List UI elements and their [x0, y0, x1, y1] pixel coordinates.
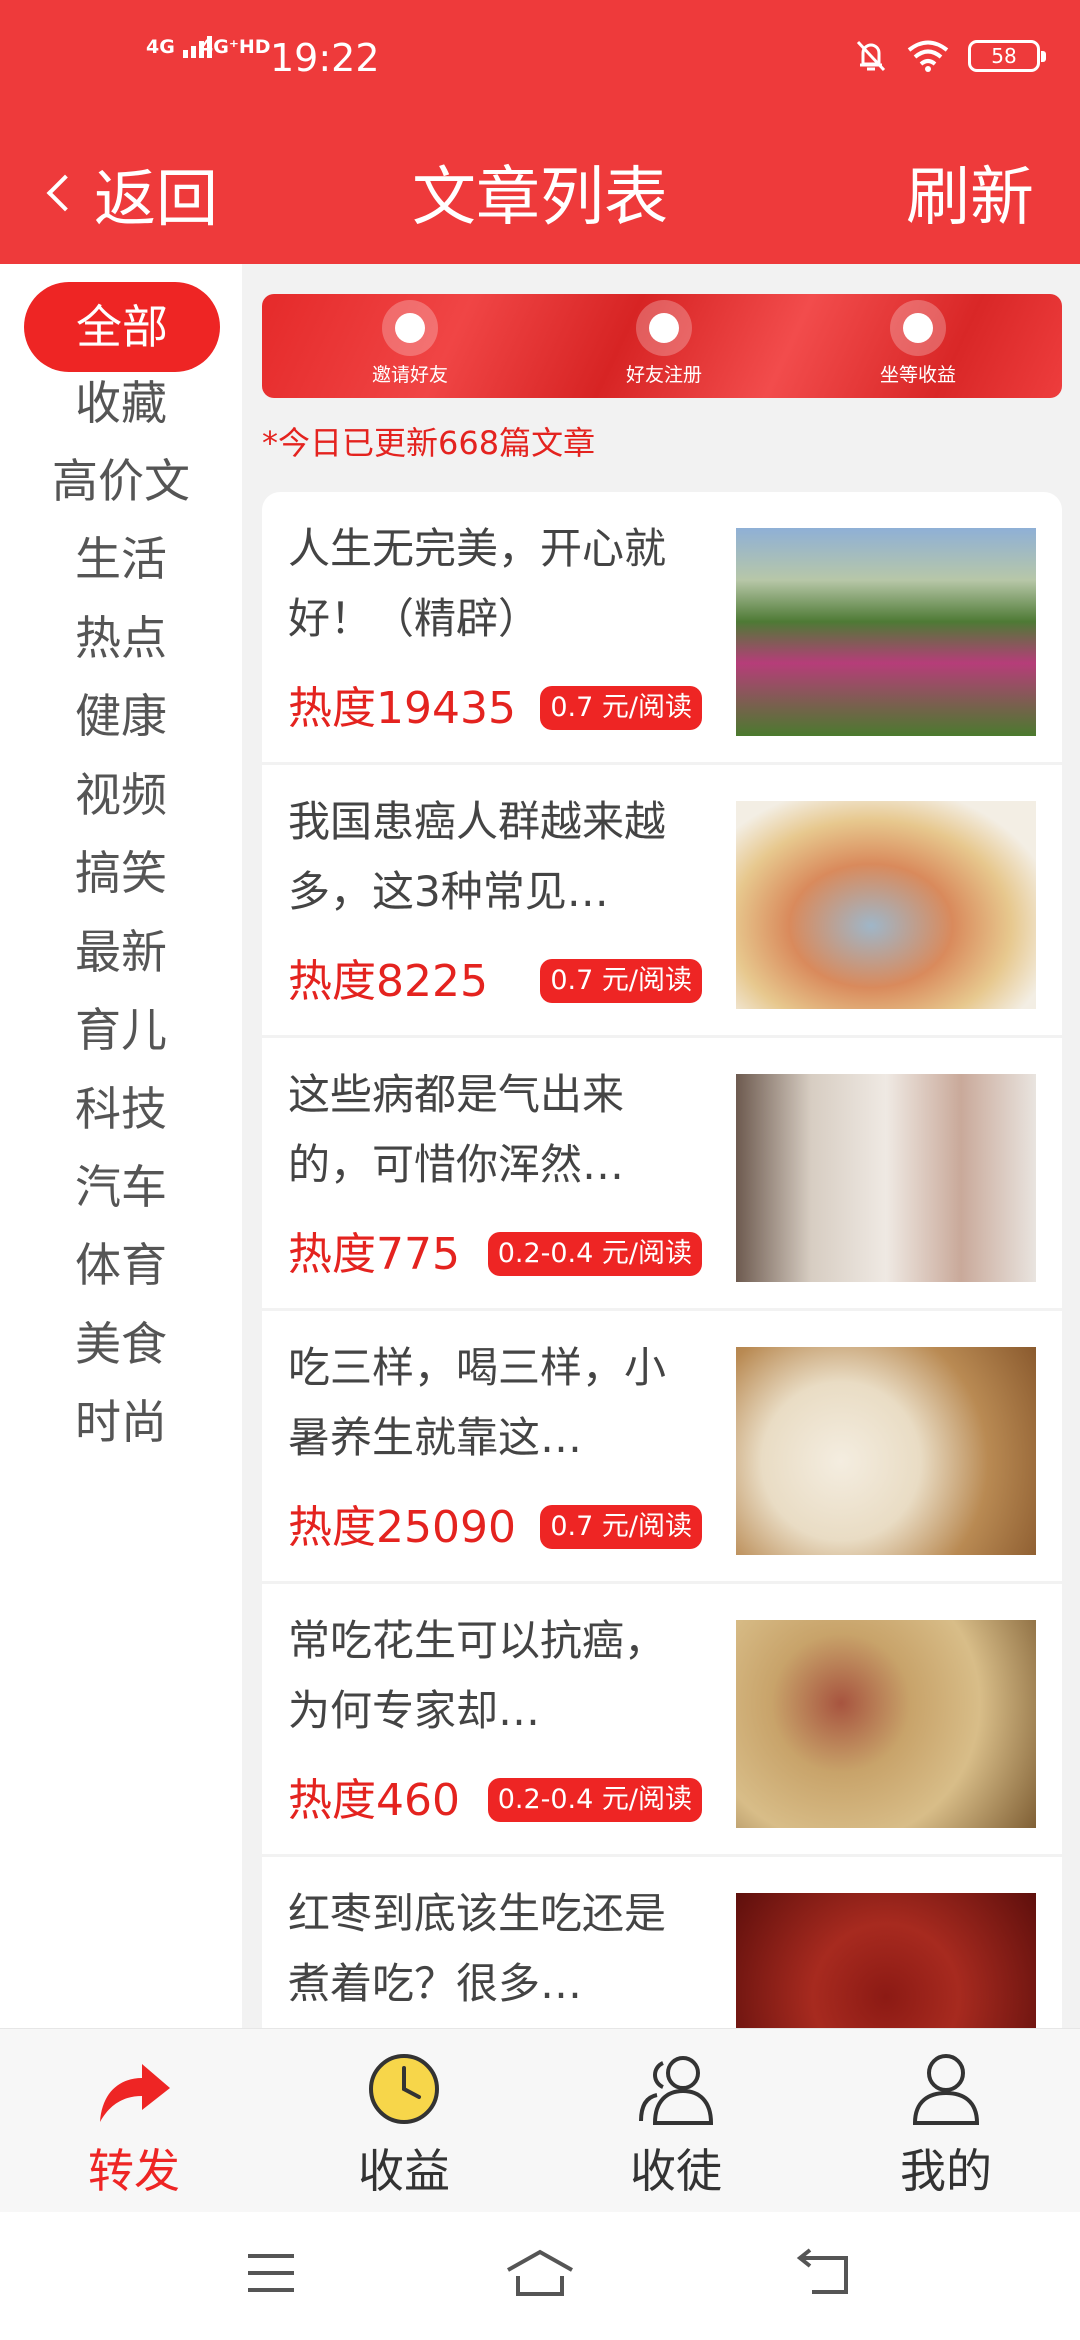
article-card[interactable]: 吃三样，喝三样，小暑养生就靠这… 热度25090 0.7 元/阅读 [262, 1311, 1062, 1581]
banner-item-earnings[interactable]: 坐等收益 [858, 300, 978, 387]
tab-recruit[interactable]: 收徒 [576, 2049, 776, 2201]
category-item[interactable]: 视频 [0, 750, 242, 840]
promo-banner[interactable]: 邀请好友 好友注册 坐等收益 [262, 294, 1062, 398]
category-item[interactable]: 汽车 [0, 1142, 242, 1232]
clock-icon [369, 2054, 439, 2124]
category-item[interactable]: 科技 [0, 1064, 242, 1154]
system-nav-bar [0, 2212, 1080, 2340]
network-type-1: 4G [146, 36, 175, 58]
article-hot: 热度19435 [288, 683, 516, 734]
share-arrow-icon [100, 2064, 170, 2122]
wifi-icon [907, 40, 949, 72]
menu-icon[interactable] [244, 2248, 298, 2298]
user-icon [912, 2054, 980, 2125]
nav-bar: 返回 文章列表 刷新 [0, 130, 1080, 240]
article-thumbnail [736, 528, 1036, 736]
article-title: 人生无完美，开心就好！（精辟） [288, 524, 667, 643]
signal-2: 4G⁺HD [200, 36, 271, 58]
top-bar: 4G 4G⁺HD 19:22 58 返回 文章列表 刷新 [0, 0, 1080, 264]
banner-item-label: 邀请好友 [371, 364, 448, 386]
category-item[interactable]: 健康 [0, 671, 242, 761]
tab-label: 我的 [900, 2144, 992, 2198]
article-thumbnail [736, 1074, 1036, 1282]
back-nav-icon[interactable] [796, 2248, 854, 2298]
category-item[interactable]: 收藏 [0, 358, 242, 448]
banner-item-register[interactable]: 好友注册 [604, 300, 724, 387]
category-item[interactable]: 美食 [0, 1299, 242, 1389]
category-item[interactable]: 搞笑 [0, 828, 242, 918]
network-type-2: 4G⁺HD [200, 36, 271, 58]
banner-item-label: 坐等收益 [879, 364, 956, 386]
tab-label: 收益 [358, 2144, 450, 2198]
article-title: 我国患癌人群越来越多，这3种常见… [288, 797, 667, 916]
article-price-badge: 0.2-0.4 元/阅读 [487, 1232, 702, 1276]
article-hot: 热度460 [288, 1775, 460, 1826]
article-hot: 热度8225 [288, 956, 488, 1007]
article-thumbnail [736, 801, 1036, 1009]
users-icon [639, 2056, 714, 2125]
update-notice: *今日已更新668篇文章 [262, 424, 596, 462]
article-card[interactable]: 我国患癌人群越来越多，这3种常见… 热度8225 0.7 元/阅读 [262, 765, 1062, 1035]
tab-earnings[interactable]: 收益 [304, 2049, 504, 2201]
article-thumbnail [736, 1893, 1036, 2028]
tab-label: 收徒 [630, 2144, 722, 2198]
article-card[interactable]: 人生无完美，开心就好！（精辟） 热度19435 0.7 元/阅读 [262, 492, 1062, 762]
article-card[interactable]: 常吃花生可以抗癌，为何专家却… 热度460 0.2-0.4 元/阅读 [262, 1584, 1062, 1854]
article-thumbnail [736, 1347, 1036, 1555]
tab-me[interactable]: 我的 [846, 2049, 1046, 2201]
article-title: 吃三样，喝三样，小暑养生就靠这… [288, 1343, 667, 1462]
banner-item-label: 好友注册 [625, 364, 702, 386]
battery-indicator: 58 [968, 40, 1046, 72]
tab-label: 转发 [88, 2144, 180, 2198]
article-title: 这些病都是气出来的，可惜你浑然… [288, 1070, 625, 1189]
category-item[interactable]: 热点 [0, 593, 242, 683]
status-bar: 4G 4G⁺HD 19:22 58 [0, 0, 1080, 120]
tab-share[interactable]: 转发 [34, 2049, 234, 2201]
article-price-badge: 0.7 元/阅读 [540, 686, 702, 730]
article-card[interactable]: 红枣到底该生吃还是煮着吃？很多… [262, 1857, 1062, 2028]
article-list: 人生无完美，开心就好！（精辟） 热度19435 0.7 元/阅读 我国患癌人群越… [262, 492, 1062, 2028]
article-title: 常吃花生可以抗癌，为何专家却… [288, 1616, 667, 1735]
category-item[interactable]: 高价文 [0, 436, 242, 526]
refresh-button[interactable]: 刷新 [906, 146, 1034, 238]
money-bag-icon [890, 300, 946, 356]
envelope-heart-icon [382, 300, 438, 356]
bottom-tab-bar: 转发 收益 收徒 我的 [0, 2028, 1080, 2212]
status-time: 19:22 [270, 36, 380, 80]
article-title: 红枣到底该生吃还是煮着吃？很多… [288, 1889, 667, 2008]
article-hot: 热度25090 [288, 1502, 516, 1553]
article-price-badge: 0.7 元/阅读 [540, 959, 702, 1003]
category-item[interactable]: 时尚 [0, 1377, 242, 1467]
category-item[interactable]: 最新 [0, 907, 242, 997]
banner-item-invite[interactable]: 邀请好友 [350, 300, 470, 387]
user-card-icon [636, 300, 692, 356]
category-item[interactable]: 生活 [0, 514, 242, 604]
home-icon[interactable] [504, 2248, 576, 2298]
article-price-badge: 0.2-0.4 元/阅读 [487, 1778, 702, 1822]
article-thumbnail [736, 1620, 1036, 1828]
article-price-badge: 0.7 元/阅读 [540, 1505, 702, 1549]
category-item[interactable]: 体育 [0, 1220, 242, 1310]
category-item[interactable]: 育儿 [0, 985, 242, 1075]
article-hot: 热度775 [288, 1229, 460, 1280]
status-right: 58 [854, 38, 1046, 74]
article-card[interactable]: 这些病都是气出来的，可惜你浑然… 热度775 0.2-0.4 元/阅读 [262, 1038, 1062, 1308]
mute-bell-icon [856, 40, 886, 72]
category-sidebar: 全部 收藏 高价文 生活 热点 健康 视频 搞笑 最新 育儿 科技 汽车 体育 … [0, 264, 242, 2028]
